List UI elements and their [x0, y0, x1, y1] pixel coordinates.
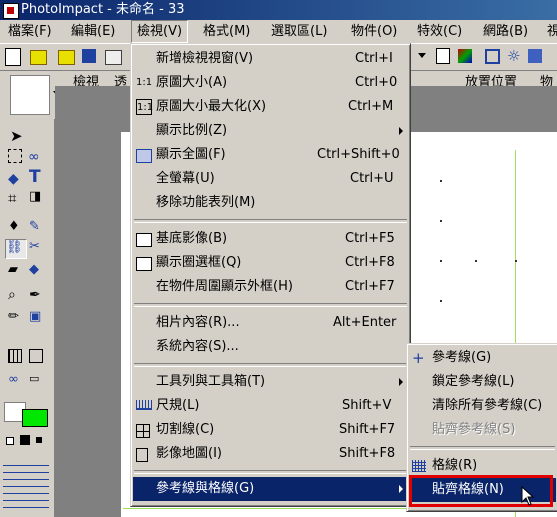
open-folder-icon[interactable] — [30, 50, 47, 65]
text-tool-icon[interactable]: T — [29, 167, 47, 187]
menu-item-toolbars[interactable]: 工具列與工具箱(T) — [133, 370, 408, 394]
pen-tool-icon[interactable]: ✏ — [8, 309, 26, 327]
menu-item-zoom[interactable]: 顯示比例(Z) — [133, 119, 408, 143]
actual-size-max-icon: 1:1 — [136, 99, 153, 115]
title-bar: PhotoImpact - 未命名 - 33 — [0, 0, 557, 20]
mask-icon[interactable] — [36, 437, 42, 443]
tool-icon[interactable] — [528, 49, 542, 63]
zoom-tool-icon[interactable]: ⌕ — [8, 287, 26, 305]
window-title: PhotoImpact - 未命名 - 33 — [21, 2, 185, 17]
menu-bar: 檔案(F) 編輯(E) 檢視(V) 格式(M) 選取區(L) 物件(O) 特效(… — [0, 20, 557, 44]
tool-panel: ➤ ∞ ◆ T ⌗ ◨ ♦ ✎ ⛓ ✂ ▰ ◆ ⌕ ✒ ✏ ▣ ∞ ▭ — [0, 119, 55, 517]
menu-item-ruler[interactable]: 尺規(L) Shift+V — [133, 394, 408, 418]
app-icon — [3, 3, 19, 19]
bucket-tool-icon[interactable]: ◆ — [29, 262, 47, 280]
image-map-icon — [136, 448, 148, 462]
new-icon[interactable] — [5, 48, 21, 66]
menu-item-guides-grid[interactable]: 參考線與格線(G) — [133, 477, 408, 501]
fit-all-icon — [136, 149, 152, 163]
menu-item-remove-menubar[interactable]: 移除功能表列(M) — [133, 191, 408, 215]
grid-dot — [440, 180, 442, 182]
menu-item-photo-properties[interactable]: 相片內容(R)... Alt+Enter — [133, 311, 408, 335]
default-colors-icon[interactable] — [6, 437, 14, 445]
menu-effect[interactable]: 特效(C) — [412, 20, 467, 43]
mouse-cursor-icon — [521, 486, 535, 506]
base-image-icon — [136, 233, 152, 247]
submenu-item-lock-guides[interactable]: 鎖定參考線(L) — [409, 370, 556, 394]
menu-separator — [134, 470, 407, 474]
submenu-item-snap-guides[interactable]: 貼齊參考線(S) — [409, 418, 556, 442]
submenu-item-guides[interactable]: + 參考線(G) — [409, 346, 556, 370]
menu-item-fit-all[interactable]: 顯示全圖(F) Ctrl+Shift+0 — [133, 143, 408, 167]
preset-thumbnail[interactable] — [10, 75, 50, 115]
guide-plus-icon: + — [412, 349, 425, 367]
lasso-tool-icon[interactable]: ∞ — [28, 149, 46, 167]
dropdown-arrow-icon[interactable] — [418, 53, 426, 58]
menu-window[interactable]: 視 — [542, 20, 557, 43]
save-icon[interactable] — [82, 49, 96, 63]
menu-separator — [134, 363, 407, 367]
pick-tool-icon[interactable]: ➤ — [10, 127, 28, 145]
image-tool-icon[interactable]: ▣ — [29, 309, 47, 327]
submenu-item-clear-guides[interactable]: 清除所有參考線(C) — [409, 394, 556, 418]
menu-separator — [410, 446, 555, 450]
eyedropper-tool-icon[interactable]: ✒ — [29, 287, 47, 305]
transform-tool-icon[interactable]: ◨ — [29, 189, 47, 207]
menu-selection[interactable]: 選取區(L) — [266, 20, 332, 43]
crop-tool-icon[interactable]: ⌗ — [8, 189, 26, 207]
grid-dot — [440, 220, 442, 222]
grid-icon — [412, 460, 426, 472]
submenu-arrow-icon — [399, 485, 403, 493]
grid-tool-icon[interactable] — [8, 349, 22, 363]
menu-file[interactable]: 檔案(F) — [3, 20, 57, 43]
slice-icon — [136, 424, 150, 438]
menu-item-actual-size-max[interactable]: 1:1 原圖大小最大化(X) Ctrl+M — [133, 95, 408, 119]
menu-item-base-image[interactable]: 基底影像(B) Ctrl+F5 — [133, 227, 408, 251]
print-icon[interactable] — [105, 50, 122, 65]
marquee-icon — [136, 257, 152, 271]
submenu-arrow-icon — [399, 378, 403, 386]
open-file-icon[interactable] — [58, 50, 75, 65]
menu-format[interactable]: 格式(M) — [198, 20, 255, 43]
shape-tool-icon[interactable]: ◆ — [8, 171, 26, 189]
mode-buttons-icon[interactable] — [3, 459, 49, 514]
color-icon[interactable] — [458, 49, 472, 63]
link-tool-icon[interactable]: ∞ — [8, 372, 26, 390]
grid-dot — [515, 260, 517, 262]
menu-item-slice-lines[interactable]: 切割線(C) Shift+F7 — [133, 418, 408, 442]
marquee-tool-icon[interactable] — [8, 149, 22, 163]
ruler-icon — [136, 400, 152, 410]
ruler-tool-icon[interactable]: ▭ — [29, 372, 47, 390]
menu-item-show-marquee[interactable]: 顯示圈選框(Q) Ctrl+F8 — [133, 251, 408, 275]
menu-item-system-properties[interactable]: 系統內容(S)... — [133, 335, 408, 359]
retouch-tool-icon[interactable]: ✂ — [29, 239, 47, 257]
fill-tool-icon[interactable]: ♦ — [8, 219, 26, 237]
menu-edit[interactable]: 編輯(E) — [66, 20, 120, 43]
menu-view[interactable]: 檢視(V) — [131, 20, 189, 43]
sun-icon[interactable]: ☼ — [507, 48, 524, 65]
menu-item-actual-size[interactable]: 1:1 原圖大小(A) Ctrl+0 — [133, 71, 408, 95]
grid-dot — [440, 260, 442, 262]
eraser-tool-icon[interactable]: ▰ — [8, 262, 26, 280]
menu-web[interactable]: 網路(B) — [478, 20, 533, 43]
swap-colors-icon[interactable] — [20, 435, 30, 445]
submenu-arrow-icon — [399, 127, 403, 135]
grid-dot — [440, 300, 442, 302]
menu-object[interactable]: 物件(O) — [346, 20, 402, 43]
actual-size-icon: 1:1 — [136, 77, 153, 88]
menu-item-full-screen[interactable]: 全螢幕(U) Ctrl+U — [133, 167, 408, 191]
menu-item-object-outline[interactable]: 在物件周圍顯示外框(H) Ctrl+F7 — [133, 275, 408, 299]
menu-item-new-view[interactable]: 新增檢視視窗(V) Ctrl+I — [133, 47, 408, 71]
page-icon[interactable] — [436, 48, 450, 64]
frame-icon[interactable] — [485, 49, 500, 64]
clone-tool-icon[interactable]: ⛓ — [5, 239, 27, 259]
menu-item-image-map[interactable]: 影像地圖(I) Shift+F8 — [133, 442, 408, 466]
grid-dot — [475, 260, 477, 262]
menu-separator — [134, 219, 407, 223]
menu-separator — [134, 303, 407, 307]
view-menu: 新增檢視視窗(V) Ctrl+I 1:1 原圖大小(A) Ctrl+0 1:1 原圖… — [130, 43, 411, 507]
brush-tool-icon[interactable]: ✎ — [29, 219, 47, 237]
foreground-color-swatch[interactable] — [22, 409, 48, 427]
frame-tool-icon[interactable] — [29, 349, 43, 363]
